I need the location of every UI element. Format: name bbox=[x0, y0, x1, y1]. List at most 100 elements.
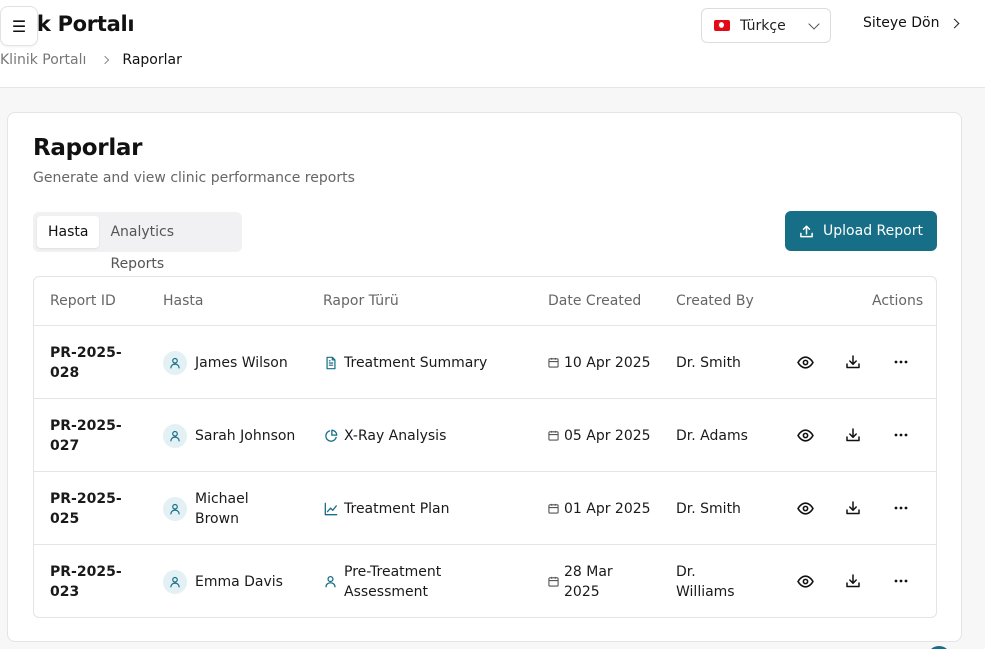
document-icon bbox=[324, 356, 338, 370]
download-icon bbox=[846, 574, 860, 588]
report-id-line-1: PR-2025- bbox=[50, 490, 122, 507]
download-report-button[interactable] bbox=[841, 350, 865, 374]
page-title: Raporlar bbox=[33, 135, 143, 161]
app-title: ik Portalı bbox=[30, 12, 135, 36]
tab-analytics-reports[interactable]: Analytics Reports bbox=[99, 216, 238, 272]
chevron-down-icon bbox=[808, 17, 820, 30]
report-type-line-2: Assessment bbox=[344, 583, 428, 600]
header-patient[interactable]: Hasta bbox=[163, 293, 203, 309]
download-icon bbox=[846, 428, 860, 442]
language-select[interactable]: Türkçe bbox=[701, 8, 831, 43]
report-id-line-1: PR-2025- bbox=[50, 344, 122, 361]
breadcrumb-item-portal[interactable]: Klinik Portalı bbox=[0, 52, 86, 68]
report-type-line-1: Treatment Plan bbox=[344, 500, 450, 517]
view-report-button[interactable] bbox=[793, 350, 817, 374]
report-type-cell: Treatment Plan bbox=[324, 472, 524, 545]
patient-avatar bbox=[163, 569, 187, 594]
patient-name-line-1: Emma Davis bbox=[195, 573, 283, 590]
created-by-cell: Dr. Adams bbox=[676, 399, 776, 472]
view-report-button[interactable] bbox=[793, 496, 817, 520]
report-id-cell: PR-2025- 025 bbox=[50, 472, 140, 545]
table-row[interactable]: PR-2025- 025 Michael Brown Treatment Plan … bbox=[34, 472, 936, 545]
view-report-button[interactable] bbox=[793, 569, 817, 593]
reports-table: Report ID Hasta Rapor Türü Date Created … bbox=[33, 276, 937, 618]
report-id-line-1: PR-2025- bbox=[50, 417, 122, 434]
report-id-cell: PR-2025- 028 bbox=[50, 326, 140, 399]
report-type-line-1: Pre-Treatment bbox=[344, 563, 442, 580]
table-row[interactable]: PR-2025- 023 Emma Davis Pre-Treatment Asse… bbox=[34, 545, 936, 617]
patient-cell: Michael Brown bbox=[163, 472, 303, 545]
upload-report-button[interactable]: Upload Report bbox=[785, 211, 937, 251]
date-line-1: 01 Apr 2025 bbox=[564, 500, 651, 517]
date-line-1: 28 Mar bbox=[564, 563, 613, 580]
report-id-line-2: 027 bbox=[50, 437, 80, 454]
patient-name-line-1: Sarah Johnson bbox=[195, 427, 296, 444]
back-to-site-link[interactable]: Siteye Dön bbox=[863, 15, 960, 31]
more-actions-button[interactable] bbox=[889, 350, 913, 374]
calendar-icon bbox=[548, 357, 559, 368]
eye-icon bbox=[796, 428, 814, 442]
report-tabs: Hasta Analytics Reports bbox=[33, 212, 242, 272]
header-actions: Actions bbox=[872, 293, 924, 309]
patient-name-line-1: Michael bbox=[195, 490, 249, 507]
date-line-2: 2025 bbox=[564, 583, 600, 600]
table-header: Report ID Hasta Rapor Türü Date Created … bbox=[34, 277, 936, 326]
patient-name-line-2: Brown bbox=[195, 510, 239, 527]
user-icon bbox=[170, 576, 180, 587]
created-by-cell: Dr. Smith bbox=[676, 326, 776, 399]
date-line-1: 05 Apr 2025 bbox=[564, 427, 651, 444]
download-report-button[interactable] bbox=[841, 569, 865, 593]
calendar-icon bbox=[548, 503, 559, 514]
hamburger-icon: ☰ bbox=[11, 16, 27, 36]
chevron-right-icon bbox=[950, 18, 960, 28]
header-report-type[interactable]: Rapor Türü bbox=[323, 293, 399, 309]
report-id-line-2: 025 bbox=[50, 510, 80, 527]
tab-hasta[interactable]: Hasta bbox=[37, 216, 100, 248]
report-id-cell: PR-2025- 027 bbox=[50, 399, 140, 472]
patient-cell: James Wilson bbox=[163, 326, 303, 399]
header-created-by[interactable]: Created By bbox=[676, 293, 754, 309]
created-by-cell: Dr. Williams bbox=[676, 545, 776, 617]
user-icon bbox=[170, 503, 180, 514]
upload-report-label: Upload Report bbox=[823, 223, 923, 239]
table-row[interactable]: PR-2025- 027 Sarah Johnson X-Ray Analysis… bbox=[34, 399, 936, 472]
report-id-line-2: 023 bbox=[50, 583, 80, 600]
date-cell: 28 Mar 2025 bbox=[548, 545, 658, 617]
header-date-created[interactable]: Date Created bbox=[548, 293, 641, 309]
page-subtitle: Generate and view clinic performance rep… bbox=[33, 170, 355, 186]
report-type-cell: Treatment Summary bbox=[324, 326, 524, 399]
calendar-icon bbox=[548, 576, 559, 587]
download-icon bbox=[846, 355, 860, 369]
view-report-button[interactable] bbox=[793, 423, 817, 447]
more-horizontal-icon bbox=[894, 433, 908, 437]
user-icon bbox=[170, 357, 180, 368]
more-horizontal-icon bbox=[894, 360, 908, 364]
download-icon bbox=[846, 501, 860, 515]
report-id-line-2: 028 bbox=[50, 364, 80, 381]
download-report-button[interactable] bbox=[841, 423, 865, 447]
more-actions-button[interactable] bbox=[889, 496, 913, 520]
patient-cell: Sarah Johnson bbox=[163, 399, 303, 472]
breadcrumb: Klinik Portalı Raporlar bbox=[0, 52, 182, 68]
report-id-cell: PR-2025- 023 bbox=[50, 545, 140, 617]
date-line-1: 10 Apr 2025 bbox=[564, 354, 651, 371]
user-icon bbox=[324, 575, 338, 589]
table-row[interactable]: PR-2025- 028 James Wilson Treatment Summa… bbox=[34, 326, 936, 399]
top-bar: ik Portalı ☰ Türkçe Siteye Dön Klinik Po… bbox=[0, 0, 985, 88]
date-cell: 01 Apr 2025 bbox=[548, 472, 658, 545]
header-report-id[interactable]: Report ID bbox=[50, 293, 116, 309]
menu-button[interactable]: ☰ bbox=[0, 6, 38, 46]
more-actions-button[interactable] bbox=[889, 569, 913, 593]
more-actions-button[interactable] bbox=[889, 423, 913, 447]
back-to-site-label: Siteye Dön bbox=[863, 15, 940, 31]
patient-avatar bbox=[163, 423, 187, 448]
user-icon bbox=[170, 430, 180, 441]
created-by-line-2: Williams bbox=[676, 583, 735, 600]
eye-icon bbox=[796, 574, 814, 588]
patient-cell: Emma Davis bbox=[163, 545, 303, 617]
report-type-line-1: X-Ray Analysis bbox=[344, 427, 447, 444]
report-type-line-1: Treatment Summary bbox=[344, 354, 488, 371]
download-report-button[interactable] bbox=[841, 496, 865, 520]
more-horizontal-icon bbox=[894, 506, 908, 510]
language-label: Türkçe bbox=[740, 17, 786, 34]
